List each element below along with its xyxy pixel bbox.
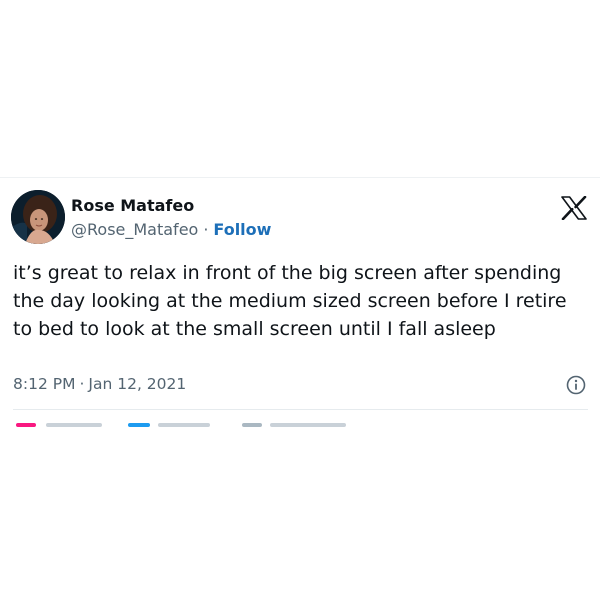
reply-label [158, 423, 210, 427]
tweet-text: it’s great to relax in front of the big … [13, 262, 567, 340]
avatar[interactable] [11, 190, 65, 244]
author-display-name[interactable]: Rose Matafeo [71, 196, 194, 215]
tweet-card: Rose Matafeo @Rose_Matafeo · Follow it’s g… [0, 177, 600, 430]
tweet-date: Jan 12, 2021 [88, 375, 187, 393]
divider [13, 409, 588, 410]
author-handle-line: @Rose_Matafeo · Follow [71, 220, 271, 239]
tweet-time: 8:12 PM [13, 375, 76, 393]
page: Rose Matafeo @Rose_Matafeo · Follow it’s g… [0, 0, 600, 600]
x-logo-icon[interactable] [561, 195, 587, 221]
reply-icon[interactable] [128, 423, 150, 427]
like-icon[interactable] [16, 423, 36, 427]
copy-link-label [270, 423, 346, 427]
tweet-timestamp[interactable]: 8:12 PM · Jan 12, 2021 [13, 375, 186, 393]
timestamp-separator: · [79, 375, 85, 393]
like-count [46, 423, 102, 427]
action-bar [0, 421, 600, 430]
author-handle[interactable]: @Rose_Matafeo [71, 220, 198, 239]
copy-link-icon[interactable] [242, 423, 262, 427]
follow-button[interactable]: Follow [213, 220, 271, 239]
info-icon[interactable] [566, 375, 586, 395]
handle-separator: · [203, 220, 209, 239]
